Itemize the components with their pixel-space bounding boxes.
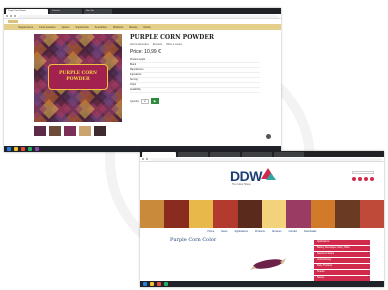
spec-key: Availability — [130, 89, 141, 91]
back-icon[interactable] — [6, 15, 8, 17]
ddw-logo[interactable]: DDW — [230, 168, 262, 184]
start-icon[interactable] — [7, 147, 11, 151]
tab[interactable] — [274, 152, 304, 157]
add-to-cart-button[interactable]: ▶ — [150, 98, 159, 104]
search-input[interactable] — [352, 171, 374, 174]
folder-icon[interactable] — [14, 147, 18, 151]
spec-key: Ingredients — [130, 74, 142, 76]
sidebar-menu: Applications Bakery, Beverages, Dairy, Ot… — [314, 240, 370, 282]
social-icon[interactable] — [370, 177, 374, 181]
social-icon[interactable] — [358, 177, 362, 181]
spec-key: Brand — [130, 64, 137, 66]
meta-link[interactable]: Reviews — [153, 43, 162, 46]
product-image[interactable]: PURPLE CORN POWDER — [34, 34, 122, 122]
tab-ddw[interactable] — [142, 152, 176, 157]
tab[interactable] — [210, 152, 240, 157]
social-links — [352, 177, 374, 181]
app-icon[interactable] — [164, 282, 168, 286]
nav-item[interactable]: Products — [255, 230, 265, 233]
product-title: PURPLE CORN POWDER — [130, 34, 214, 41]
app-icon[interactable] — [28, 147, 32, 151]
spec-key: Manufacturer — [130, 69, 144, 71]
sidebar-item[interactable]: Confectionery — [314, 258, 370, 263]
spec-table: Product weight Brand Manufacturer Ingredien… — [130, 58, 260, 93]
nav-item[interactable]: Beauty — [129, 26, 137, 29]
content: Purple Corn Color Applications Bakery, Be… — [140, 234, 384, 286]
spec-key: Origin — [130, 84, 137, 86]
nav-item[interactable]: Food powders — [39, 26, 55, 29]
tab[interactable] — [242, 152, 272, 157]
logo-triangle-icon — [266, 173, 276, 180]
sidebar-item[interactable]: Dairy Products — [314, 264, 370, 269]
taskbar — [140, 281, 384, 287]
thumbnail[interactable] — [34, 126, 46, 136]
nav-item[interactable]: Spices — [62, 26, 70, 29]
site-logo[interactable] — [8, 20, 18, 23]
meta-link[interactable]: Write a review — [166, 43, 182, 46]
thumbnail[interactable] — [64, 126, 76, 136]
sidebar-item[interactable]: Snacks — [314, 270, 370, 275]
quantity-label: Quantity — [130, 99, 139, 103]
browser-window-ddw: DDW The Colour House Home News Application… — [140, 151, 384, 287]
tab-product[interactable]: Purple Corn Powder — [6, 9, 48, 14]
nav-item[interactable]: Smoothies — [95, 26, 107, 29]
meta-link[interactable]: Add to favourites — [130, 43, 149, 46]
nav-item[interactable]: Supplements — [18, 26, 33, 29]
tab-label: Products — [52, 10, 60, 12]
forward-icon[interactable] — [10, 15, 12, 17]
tab-new[interactable]: New Tab — [84, 9, 112, 14]
app-icon[interactable] — [35, 147, 39, 151]
spec-key: Product weight — [130, 59, 146, 61]
nav-item[interactable]: Drinks — [143, 26, 150, 29]
spec-row: Availability — [130, 88, 260, 93]
nav-item[interactable]: Superfoods — [75, 26, 88, 29]
nav-item[interactable]: Contact — [288, 230, 297, 233]
sidebar-item[interactable]: Applications — [314, 240, 370, 245]
social-icon[interactable] — [352, 177, 356, 181]
thumbnail[interactable] — [79, 126, 91, 136]
back-icon[interactable] — [142, 158, 144, 160]
browser-icon[interactable] — [21, 147, 25, 151]
purple-corn-image — [250, 258, 286, 270]
tab-label: New Tab — [86, 10, 94, 12]
nav-item[interactable]: Home — [208, 230, 215, 233]
quantity-input[interactable]: 1 — [140, 98, 149, 104]
nav-item[interactable]: Services — [272, 230, 282, 233]
thumbnail[interactable] — [49, 126, 61, 136]
nav-item[interactable]: Downloads — [304, 230, 316, 233]
spec-key: Serving — [130, 79, 138, 81]
tab[interactable] — [178, 152, 208, 157]
browser-window-product: Purple Corn Powder Products New Tab Supp… — [4, 8, 281, 152]
site-header: DDW The Colour House — [140, 162, 384, 200]
tab-products[interactable]: Products — [50, 9, 82, 14]
product-label: PURPLE CORN POWDER — [48, 64, 108, 90]
quantity-row: Quantity 1 ▶ — [130, 98, 159, 104]
folder-icon[interactable] — [150, 282, 154, 286]
page-title: Purple Corn Color — [170, 237, 217, 243]
nav-item[interactable]: Wellness — [113, 26, 123, 29]
hero-banner — [140, 200, 384, 228]
product-meta: Add to favourites Reviews Write a review — [130, 43, 182, 46]
url-input[interactable] — [150, 157, 382, 161]
tab-label: Purple Corn Powder — [8, 10, 27, 12]
thumbnail-strip — [34, 126, 106, 136]
nav-item[interactable]: News — [221, 230, 227, 233]
nav-item[interactable]: Applications — [234, 230, 247, 233]
sidebar-item[interactable]: Bakery, Beverages, Dairy, Other — [314, 246, 370, 251]
browser-icon[interactable] — [157, 282, 161, 286]
thumbnail[interactable] — [94, 126, 106, 136]
product-page: PURPLE CORN POWDER PURPLE CORN POWDER Ad… — [4, 30, 281, 142]
url-input[interactable] — [18, 14, 279, 18]
forward-icon[interactable] — [146, 158, 148, 160]
social-icon[interactable] — [364, 177, 368, 181]
product-price: Price: 10,99 € — [130, 49, 161, 55]
start-icon[interactable] — [143, 282, 147, 286]
reload-icon[interactable] — [14, 15, 16, 17]
chat-icon[interactable] — [266, 134, 271, 139]
sidebar-item[interactable]: Sauces & Soups — [314, 252, 370, 257]
tagline: The Colour House — [232, 184, 251, 186]
